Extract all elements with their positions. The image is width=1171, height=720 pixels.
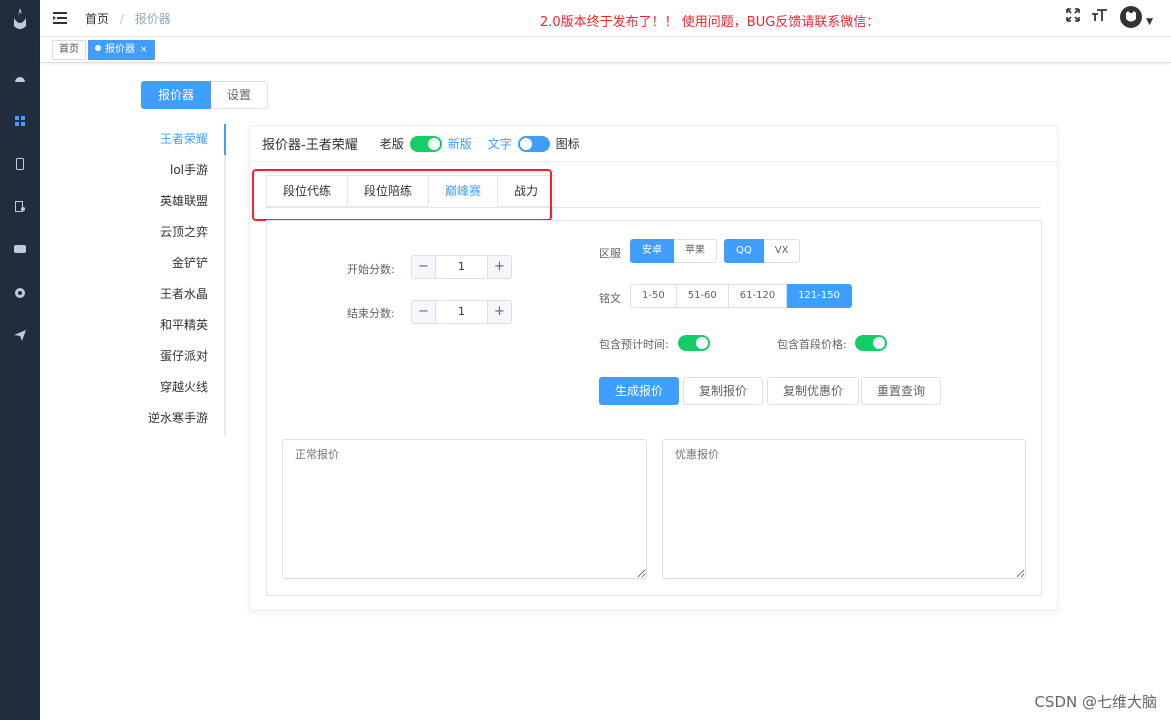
tag-quoter[interactable]: 报价器 ×	[88, 40, 155, 60]
display-mode-switch[interactable]	[517, 135, 550, 152]
switch-knob	[696, 337, 708, 349]
increment-button[interactable]: +	[487, 256, 511, 278]
dashboard-icon[interactable]	[0, 56, 40, 99]
account-vx[interactable]: VX	[763, 239, 801, 263]
send-icon[interactable]	[0, 314, 40, 357]
old-version-label: 老版	[379, 137, 404, 151]
include-time-label: 包含预计时间:	[599, 338, 669, 351]
game-item[interactable]: lol手游	[140, 155, 224, 186]
document-icon[interactable]	[0, 185, 40, 228]
start-score-label: 开始分数:	[347, 263, 395, 276]
start-score-value[interactable]: 1	[436, 256, 487, 278]
card-header: 报价器-王者荣耀 老版 新版 文字 图标	[250, 126, 1057, 162]
logo-icon	[0, 0, 40, 38]
include-first-switch[interactable]	[855, 335, 887, 351]
tab-quoter[interactable]: 报价器	[141, 81, 212, 109]
tag-home[interactable]: 首页	[52, 40, 86, 60]
game-list: 王者荣耀 lol手游 英雄联盟 云顶之弈 金铲铲 王者水晶 和平精英 蛋仔派对 …	[140, 124, 226, 436]
fullscreen-icon[interactable]	[1066, 8, 1080, 26]
game-item[interactable]: 和平精英	[140, 310, 224, 341]
inscription-selector: 1-50 51-60 61-120 121-150	[630, 284, 852, 308]
tag-home-label: 首页	[59, 44, 79, 55]
account-qq[interactable]: QQ	[724, 239, 764, 263]
decrement-button[interactable]: −	[412, 301, 436, 323]
avatar[interactable]	[1120, 6, 1143, 28]
active-dot-icon	[95, 45, 101, 51]
inscription-label: 铭文	[599, 292, 621, 305]
announcement-text: 2.0版本终于发布了！！ 使用问题，BUG反馈请联系微信：	[540, 15, 880, 30]
version-switch[interactable]	[409, 135, 442, 152]
generate-quote-button[interactable]: 生成报价	[599, 377, 680, 405]
hamburger-icon[interactable]	[53, 9, 73, 28]
include-time-switch[interactable]	[678, 335, 710, 351]
switch-knob	[427, 137, 440, 150]
account-selector: QQ VX	[724, 239, 801, 263]
chevron-down-icon[interactable]: ▼	[1146, 17, 1153, 27]
game-item[interactable]: 穿越火线	[140, 372, 224, 403]
game-item[interactable]: 金铲铲	[140, 248, 224, 279]
gear-icon[interactable]	[0, 271, 40, 314]
platform-android[interactable]: 安卓	[630, 239, 674, 263]
inscription-option[interactable]: 61-120	[728, 284, 788, 308]
highlight-box	[252, 169, 552, 221]
close-icon[interactable]: ×	[140, 45, 148, 55]
tab-settings[interactable]: 设置	[211, 81, 269, 109]
include-first-label: 包含首段价格:	[777, 338, 847, 351]
icon-mode-label: 图标	[555, 137, 580, 151]
sidebar	[0, 0, 40, 720]
card-title: 报价器-王者荣耀	[262, 138, 358, 153]
copy-quote-button[interactable]: 复制报价	[683, 377, 764, 405]
increment-button[interactable]: +	[487, 301, 511, 323]
chat-icon[interactable]	[0, 228, 40, 271]
reset-query-button[interactable]: 重置查询	[861, 377, 942, 405]
switch-knob	[519, 137, 532, 150]
tags-view: 首页 报价器 ×	[40, 37, 1171, 63]
tag-quoter-label: 报价器	[105, 44, 135, 55]
quoter-card: 报价器-王者荣耀 老版 新版 文字 图标 段位代练 段位陪练 巅峰赛 战力 开始…	[249, 125, 1058, 611]
game-item[interactable]: 逆水寒手游	[140, 403, 224, 434]
end-score-label: 结束分数:	[347, 307, 395, 320]
inscription-option[interactable]: 51-60	[676, 284, 729, 308]
header-tools: ▼	[1066, 6, 1153, 28]
start-score-stepper[interactable]: − 1 +	[411, 255, 512, 279]
form-panel: 开始分数: − 1 + 结束分数: − 1 + 区服 安卓 苹果 QQ VX 铭…	[266, 220, 1042, 596]
platform-selector: 安卓 苹果	[630, 239, 717, 263]
inscription-option[interactable]: 1-50	[630, 284, 677, 308]
breadcrumb-home[interactable]: 首页	[85, 12, 109, 26]
switch-knob	[873, 337, 885, 349]
copy-discount-button[interactable]: 复制优惠价	[767, 377, 860, 405]
breadcrumb-current: 报价器	[134, 11, 171, 26]
platform-ios[interactable]: 苹果	[674, 239, 717, 263]
game-item[interactable]: 王者水晶	[140, 279, 224, 310]
game-item[interactable]: 王者荣耀	[140, 124, 224, 155]
watermark: CSDN @七维大脑	[1034, 693, 1157, 711]
font-size-icon[interactable]	[1092, 8, 1108, 26]
breadcrumb-separator: /	[119, 11, 124, 26]
normal-quote-textarea[interactable]	[282, 439, 647, 579]
navbar: 首页 / 报价器 2.0版本终于发布了！！ 使用问题，BUG反馈请联系微信： ▼	[40, 0, 1171, 37]
region-label: 区服	[599, 247, 621, 260]
new-version-label: 新版	[447, 137, 472, 151]
phone-icon[interactable]	[0, 142, 40, 185]
grid-icon[interactable]	[0, 99, 40, 142]
decrement-button[interactable]: −	[412, 256, 436, 278]
text-mode-label: 文字	[487, 137, 512, 151]
inscription-option[interactable]: 121-150	[787, 284, 852, 308]
game-item[interactable]: 蛋仔派对	[140, 341, 224, 372]
game-item[interactable]: 云顶之弈	[140, 217, 224, 248]
top-tabs: 报价器 设置	[141, 81, 269, 109]
end-score-stepper[interactable]: − 1 +	[411, 300, 512, 324]
discount-quote-textarea[interactable]	[662, 439, 1026, 579]
end-score-value[interactable]: 1	[436, 301, 487, 323]
game-item[interactable]: 英雄联盟	[140, 186, 224, 217]
active-indicator	[224, 124, 226, 155]
breadcrumb: 首页 / 报价器	[85, 10, 171, 27]
